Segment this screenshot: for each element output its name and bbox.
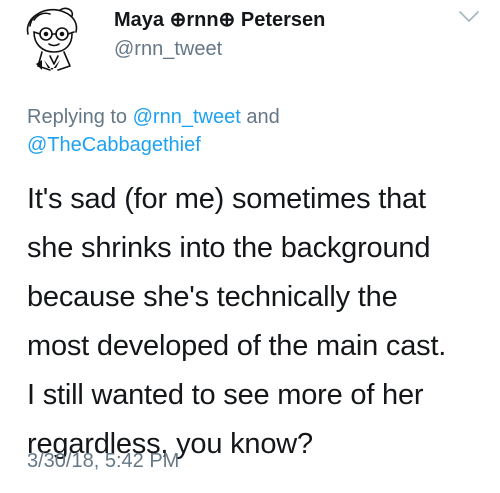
tweet-text-line: most developed of the main cast.	[27, 330, 447, 362]
tweet-timestamp[interactable]: 3/30/18, 5:42 PM	[27, 448, 179, 474]
tweet-card: Maya ⊕rnn⊕ Petersen @rnn_tweet Replying …	[0, 0, 500, 493]
reply-joiner: and	[240, 106, 280, 128]
reply-mention-cabbagethief[interactable]: @TheCabbagethief	[27, 134, 201, 156]
avatar-doodle-icon[interactable]	[20, 4, 88, 72]
reply-context: Replying to @rnn_tweet and @TheCabbageth…	[27, 103, 477, 159]
author-block: Maya ⊕rnn⊕ Petersen @rnn_tweet	[114, 8, 325, 62]
tweet-text-line: because she's technically the	[27, 281, 398, 313]
reply-prefix: Replying to	[27, 106, 133, 128]
chevron-down-icon[interactable]	[458, 10, 480, 24]
tweet-text-line: I still wanted to see more of her	[27, 379, 424, 411]
reply-mention-rnn-tweet[interactable]: @rnn_tweet	[133, 106, 241, 128]
author-handle[interactable]: @rnn_tweet	[114, 36, 325, 62]
tweet-text-line: It's sad (for me) sometimes that	[27, 183, 426, 215]
tweet-text-line: she shrinks into the background	[27, 232, 431, 264]
display-name[interactable]: Maya ⊕rnn⊕ Petersen	[114, 8, 325, 32]
tweet-text: It's sad (for me) sometimes that she shr…	[27, 175, 482, 469]
